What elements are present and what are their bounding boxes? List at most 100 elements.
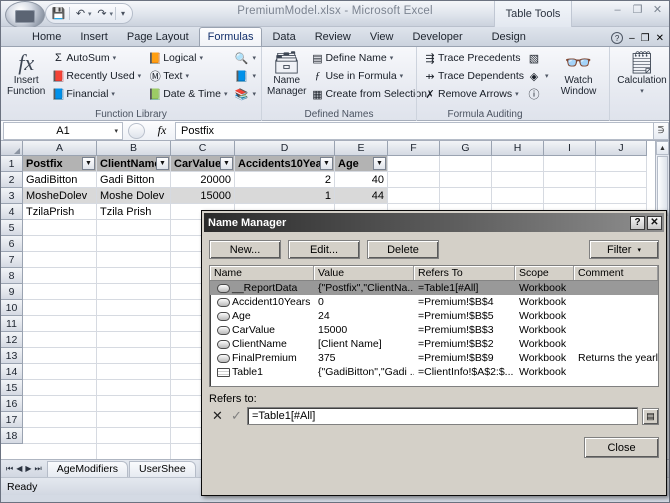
filter-dropdown-carvalue-icon[interactable]: ▼ bbox=[220, 157, 233, 170]
autosum-caret-icon[interactable]: ▾ bbox=[113, 54, 117, 62]
row-header[interactable]: 7 bbox=[1, 252, 23, 268]
list-item[interactable]: ClientName [Client Name] =Premium!$B$2 W… bbox=[210, 337, 658, 351]
cell-a4[interactable]: TzilaPrish bbox=[23, 204, 97, 220]
financial-button[interactable]: 📘 Financial ▾ bbox=[50, 85, 141, 103]
next-sheet-icon[interactable]: ▶ bbox=[25, 464, 31, 473]
refers-to-input[interactable]: =Table1[#All] bbox=[247, 407, 638, 425]
row-header[interactable]: 3 bbox=[1, 188, 23, 204]
logical-caret-icon[interactable]: ▾ bbox=[199, 54, 203, 62]
list-item[interactable]: __ReportData {"Postfix","ClientNa... =Ta… bbox=[210, 281, 658, 295]
row-header[interactable]: 6 bbox=[1, 236, 23, 252]
grid-cell[interactable] bbox=[23, 364, 97, 380]
expand-formula-bar-icon[interactable]: ⋽ bbox=[653, 121, 669, 140]
column-header-name[interactable]: Name bbox=[210, 266, 314, 280]
grid-cell[interactable] bbox=[23, 284, 97, 300]
cell-i3[interactable] bbox=[544, 188, 596, 204]
names-list[interactable]: Name Value Refers To Scope Comment __Rep… bbox=[209, 265, 659, 387]
prev-sheet-icon[interactable]: ◀ bbox=[16, 464, 22, 473]
column-header-d[interactable]: D bbox=[235, 141, 335, 156]
filter-dropdown-postfix-icon[interactable]: ▼ bbox=[82, 157, 95, 170]
sheet-tab-agemodifiers[interactable]: AgeModifiers bbox=[46, 460, 128, 477]
column-header-c[interactable]: C bbox=[171, 141, 235, 156]
cell-f2[interactable] bbox=[388, 172, 440, 188]
dialog-title-bar[interactable]: Name Manager ? ✕ bbox=[204, 213, 664, 232]
grid-cell[interactable] bbox=[23, 252, 97, 268]
column-header-b[interactable]: B bbox=[97, 141, 171, 156]
date-time-button[interactable]: 📗 Date & Time ▾ bbox=[147, 85, 227, 103]
grid-cell[interactable] bbox=[23, 316, 97, 332]
text-button[interactable]: Ⓜ Text ▾ bbox=[147, 67, 227, 85]
calculation-caret-icon[interactable]: ▾ bbox=[640, 86, 644, 97]
cell-d2[interactable]: 2 bbox=[235, 172, 335, 188]
cell-a2[interactable]: GadiBitton bbox=[23, 172, 97, 188]
date-time-caret-icon[interactable]: ▾ bbox=[224, 90, 228, 98]
column-header-f[interactable]: F bbox=[388, 141, 440, 156]
cell-i1[interactable] bbox=[544, 156, 596, 172]
grid-cell[interactable] bbox=[97, 236, 171, 252]
remove-arrows-button[interactable]: ✗ Remove Arrows ▾ bbox=[422, 85, 524, 103]
grid-cell[interactable] bbox=[23, 412, 97, 428]
restore-workbook-button[interactable]: ❐ bbox=[641, 33, 650, 44]
formula-input[interactable]: Postfix bbox=[175, 121, 653, 140]
row-header[interactable]: 16 bbox=[1, 396, 23, 412]
column-header-g[interactable]: G bbox=[440, 141, 492, 156]
accept-edit-icon[interactable]: ✓ bbox=[228, 407, 245, 425]
name-box-caret-icon[interactable]: ▾ bbox=[114, 127, 118, 135]
collapse-dialog-icon[interactable]: ▤ bbox=[642, 407, 659, 425]
last-sheet-icon[interactable]: ⏭ bbox=[35, 464, 42, 474]
cell-b4[interactable]: Tzila Prish bbox=[97, 204, 171, 220]
name-manager-button[interactable]: 🗃 Name Manager bbox=[267, 49, 306, 103]
first-sheet-icon[interactable]: ⏮ bbox=[6, 464, 13, 474]
cancel-edit-icon[interactable]: ✕ bbox=[209, 407, 226, 425]
grid-cell[interactable] bbox=[23, 428, 97, 444]
row-header[interactable]: 2 bbox=[1, 172, 23, 188]
row-header[interactable]: 15 bbox=[1, 380, 23, 396]
restore-button[interactable]: ❐ bbox=[630, 3, 645, 16]
minimize-button[interactable]: – bbox=[610, 4, 625, 16]
grid-cell[interactable] bbox=[97, 332, 171, 348]
grid-cell[interactable] bbox=[97, 428, 171, 444]
column-header-j[interactable]: J bbox=[596, 141, 647, 156]
insert-function-button[interactable]: fx Insert Function bbox=[6, 49, 46, 103]
tab-design[interactable]: Design bbox=[483, 27, 535, 46]
column-header-i[interactable]: I bbox=[544, 141, 596, 156]
tab-insert[interactable]: Insert bbox=[71, 27, 117, 46]
column-header-value[interactable]: Value bbox=[314, 266, 414, 280]
row-header[interactable]: 11 bbox=[1, 316, 23, 332]
column-header-e[interactable]: E bbox=[335, 141, 388, 156]
more-functions-caret-icon[interactable]: ▾ bbox=[252, 90, 256, 98]
name-box[interactable]: A1 ▾ bbox=[3, 121, 123, 140]
row-header[interactable]: 1 bbox=[1, 156, 23, 172]
tab-view[interactable]: View bbox=[361, 27, 403, 46]
math-trig-button[interactable]: 📘 ▾ bbox=[233, 67, 256, 85]
row-header[interactable]: 5 bbox=[1, 220, 23, 236]
grid-cell[interactable] bbox=[23, 268, 97, 284]
cell-g2[interactable] bbox=[440, 172, 492, 188]
filter-dropdown-accidents-icon[interactable]: ▼ bbox=[320, 157, 333, 170]
show-formulas-button[interactable]: ▧ bbox=[526, 49, 549, 67]
cell-j2[interactable] bbox=[596, 172, 647, 188]
lookup-caret-icon[interactable]: ▾ bbox=[252, 54, 256, 62]
grid-cell[interactable] bbox=[23, 380, 97, 396]
grid-cell[interactable] bbox=[97, 316, 171, 332]
column-header-a[interactable]: A bbox=[23, 141, 97, 156]
text-caret-icon[interactable]: ▾ bbox=[185, 72, 189, 80]
help-icon[interactable]: ? bbox=[611, 32, 624, 44]
cell-e1[interactable]: Age ▼ bbox=[335, 156, 388, 172]
define-name-button[interactable]: ▤ Define Name ▾ bbox=[309, 49, 427, 67]
close-workbook-button[interactable]: ✕ bbox=[656, 33, 664, 44]
cell-f3[interactable] bbox=[388, 188, 440, 204]
grid-cell[interactable] bbox=[97, 412, 171, 428]
cell-c2[interactable]: 20000 bbox=[171, 172, 235, 188]
grid-cell[interactable] bbox=[97, 300, 171, 316]
cell-b2[interactable]: Gadi Bitton bbox=[97, 172, 171, 188]
scroll-up-arrow-icon[interactable]: ▲ bbox=[656, 141, 669, 155]
edit-button[interactable]: Edit... bbox=[288, 240, 360, 259]
grid-cell[interactable] bbox=[23, 396, 97, 412]
recently-used-caret-icon[interactable]: ▾ bbox=[138, 72, 142, 80]
error-checking-button[interactable]: ◈ ▾ bbox=[526, 67, 549, 85]
row-header[interactable]: 14 bbox=[1, 364, 23, 380]
lookup-reference-button[interactable]: 🔍 ▾ bbox=[233, 49, 256, 67]
error-checking-caret-icon[interactable]: ▾ bbox=[545, 72, 549, 80]
grid-cell[interactable] bbox=[97, 444, 171, 459]
